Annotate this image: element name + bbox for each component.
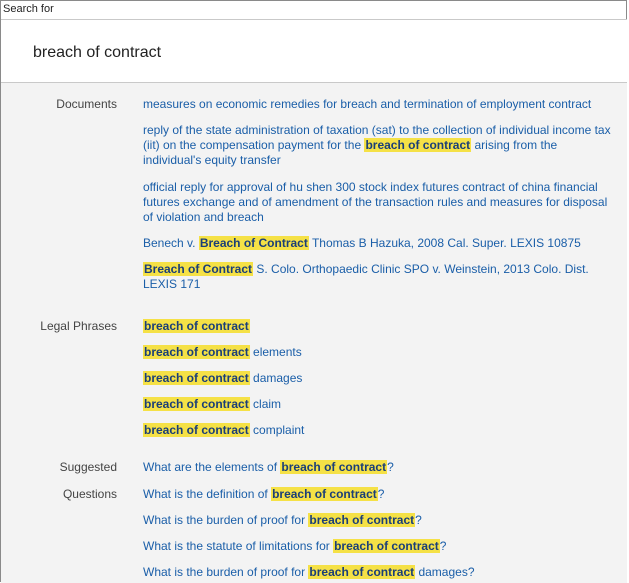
highlight: breach of contract [308,565,416,579]
search-box[interactable] [1,19,627,83]
highlight: Breach of Contract [198,236,309,250]
item-text: measures on economic remedies for breach… [143,97,592,111]
section-label-documents: Documents [56,97,117,111]
search-panel: Search for Documents Legal Phrases Sugge… [0,0,627,583]
highlight: Breach of Contract [143,262,254,276]
question-item[interactable]: What are the elements of breach of contr… [143,460,618,475]
search-input[interactable] [33,44,593,62]
item-text: What is the definition of [143,487,272,501]
highlight: breach of contract [364,138,472,152]
item-text: ? [415,513,422,527]
document-item[interactable]: reply of the state administration of tax… [143,123,618,168]
phrase-item[interactable]: breach of contract damages [143,371,618,386]
highlight: breach of contract [143,371,250,385]
highlight: breach of contract [271,487,378,501]
item-text: Benech v. [143,236,199,250]
search-label: Search for [3,3,54,15]
section-label-questions: Questions [62,487,117,501]
highlight: breach of contract [143,319,250,333]
phrase-item[interactable]: breach of contract elements [143,345,618,360]
phrase-item[interactable]: breach of contract complaint [143,423,618,438]
item-text: claim [249,397,282,411]
document-item[interactable]: Benech v. Breach of Contract Thomas B Ha… [143,236,618,251]
item-text: What is the burden of proof for [143,513,309,527]
highlight: breach of contract [143,423,250,437]
item-text: elements [249,345,302,359]
document-item[interactable]: official reply for approval of hu shen 3… [143,180,618,225]
item-text: damages [249,371,303,385]
section-label-legal-phrases: Legal Phrases [40,319,117,333]
highlight: breach of contract [333,539,440,553]
item-text: ? [387,460,394,474]
question-item[interactable]: What is the burden of proof for breach o… [143,513,618,528]
highlight: breach of contract [308,513,416,527]
document-item[interactable]: Breach of Contract S. Colo. Orthopaedic … [143,262,618,292]
item-text: complaint [249,423,305,437]
phrase-item[interactable]: breach of contract claim [143,397,618,412]
highlight: breach of contract [143,345,250,359]
suggestions-panel: Documents Legal Phrases Suggested Questi… [1,83,627,583]
phrase-item[interactable]: breach of contract [143,319,618,334]
item-text: Thomas B Hazuka, 2008 Cal. Super. LEXIS … [308,236,581,250]
question-item[interactable]: What is the statute of limitations for b… [143,539,618,554]
item-text: official reply for approval of hu shen 3… [143,180,608,224]
item-text: What is the statute of limitations for [143,539,334,553]
document-item[interactable]: measures on economic remedies for breach… [143,97,618,112]
item-text: What are the elements of [143,460,281,474]
item-text: ? [439,539,447,553]
highlight: breach of contract [143,397,250,411]
question-item[interactable]: What is the burden of proof for breach o… [143,565,618,580]
item-text: ? [377,487,385,501]
item-text: damages? [415,565,475,579]
question-item[interactable]: What is the definition of breach of cont… [143,487,618,502]
item-text: What is the burden of proof for [143,565,309,579]
highlight: breach of contract [280,460,388,474]
section-label-suggested: Suggested [59,460,117,474]
